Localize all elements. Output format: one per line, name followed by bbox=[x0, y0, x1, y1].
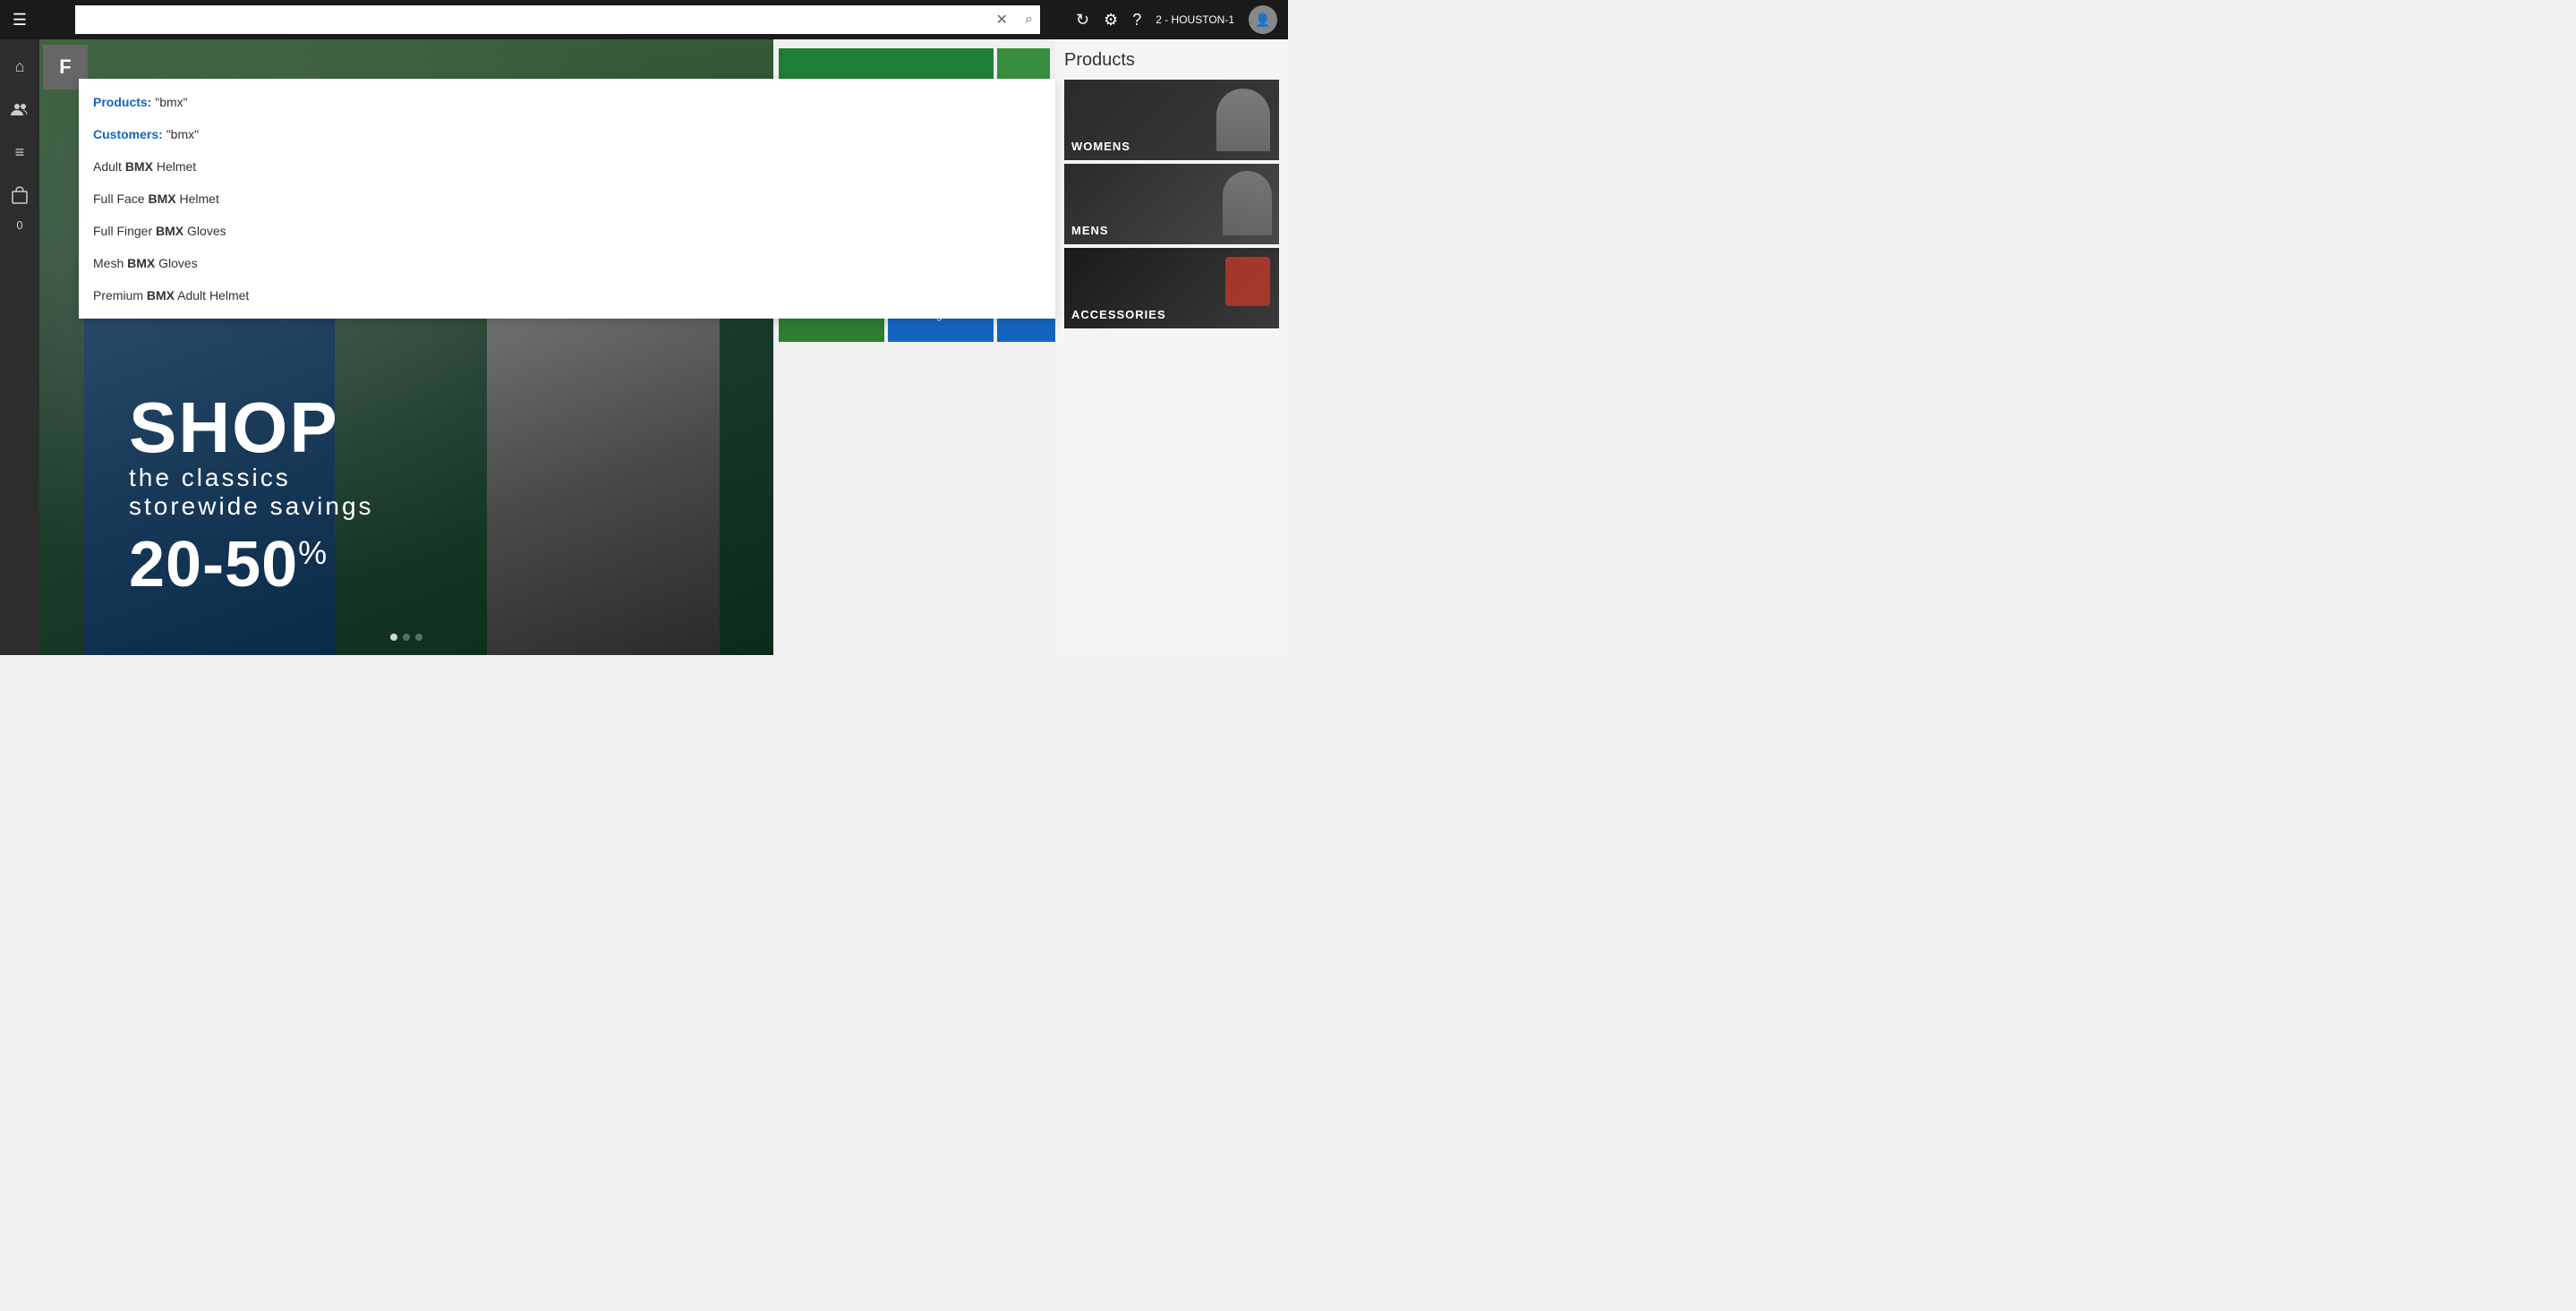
search-container: bmx ✕ ⌕ bbox=[75, 5, 1040, 34]
search-submit-button[interactable]: ⌕ bbox=[1025, 12, 1033, 28]
hero-shop-text: SHOP bbox=[129, 392, 374, 464]
suggestion-products[interactable]: Products: "bmx" bbox=[79, 86, 1055, 118]
suggestion-adult-bmx-helmet[interactable]: Adult BMX Helmet bbox=[79, 150, 1055, 183]
product-card-womens[interactable]: WOMENS bbox=[1064, 80, 1279, 160]
products-panel: Products WOMENS MENS ACCESSORIES bbox=[1055, 39, 1288, 655]
accessories-label: ACCESSORIES bbox=[1071, 308, 1166, 321]
product-card-accessories[interactable]: ACCESSORIES bbox=[1064, 248, 1279, 328]
refresh-button[interactable]: ↻ bbox=[1076, 11, 1089, 30]
suggestion-mesh-bmx-gloves[interactable]: Mesh BMX Gloves bbox=[79, 247, 1055, 279]
topbar: ☰ bmx ✕ ⌕ ↻ ⚙ ? 2 - HOUSTON-1 👤 bbox=[0, 0, 1288, 39]
hamburger-icon: ☰ bbox=[13, 11, 27, 30]
sidebar-bag[interactable] bbox=[0, 175, 39, 215]
store-label: 2 - HOUSTON-1 bbox=[1156, 13, 1234, 26]
mens-label: MENS bbox=[1071, 224, 1109, 237]
hero-sub1: the classics bbox=[129, 464, 374, 492]
sidebar-menu[interactable]: ≡ bbox=[0, 132, 39, 172]
help-button[interactable]: ? bbox=[1132, 11, 1141, 30]
settings-button[interactable]: ⚙ bbox=[1104, 11, 1118, 30]
cart-count: 0 bbox=[16, 218, 22, 232]
sidebar-users[interactable] bbox=[0, 89, 39, 129]
hero-text: SHOP the classics storewide savings 20-5… bbox=[129, 392, 374, 601]
search-input[interactable]: bmx bbox=[75, 5, 1040, 34]
products-panel-title: Products bbox=[1064, 50, 1279, 71]
womens-label: WOMENS bbox=[1071, 140, 1130, 153]
sidebar-home[interactable]: ⌂ bbox=[0, 47, 39, 86]
suggestion-customers[interactable]: Customers: "bmx" bbox=[79, 118, 1055, 150]
product-card-mens[interactable]: MENS bbox=[1064, 164, 1279, 244]
suggestion-premium-bmx-helmet[interactable]: Premium BMX Adult Helmet bbox=[79, 279, 1055, 311]
search-clear-button[interactable]: ✕ bbox=[996, 11, 1008, 29]
hero-sub2: storewide savings bbox=[129, 492, 374, 521]
menu-button[interactable]: ☰ bbox=[0, 0, 39, 39]
main-content: SHOP the classics storewide savings 20-5… bbox=[39, 39, 1288, 655]
suggestion-full-face-bmx-helmet[interactable]: Full Face BMX Helmet bbox=[79, 183, 1055, 215]
hero-discount: 20-50% bbox=[129, 528, 374, 601]
user-avatar[interactable]: 👤 bbox=[1249, 5, 1277, 34]
suggestion-full-finger-bmx-gloves[interactable]: Full Finger BMX Gloves bbox=[79, 215, 1055, 247]
search-dropdown: Products: "bmx" Customers: "bmx" Adult B… bbox=[79, 79, 1055, 319]
sidebar: ⌂ ≡ 0 bbox=[0, 39, 39, 655]
topbar-right: ↻ ⚙ ? 2 - HOUSTON-1 👤 bbox=[1076, 5, 1288, 34]
